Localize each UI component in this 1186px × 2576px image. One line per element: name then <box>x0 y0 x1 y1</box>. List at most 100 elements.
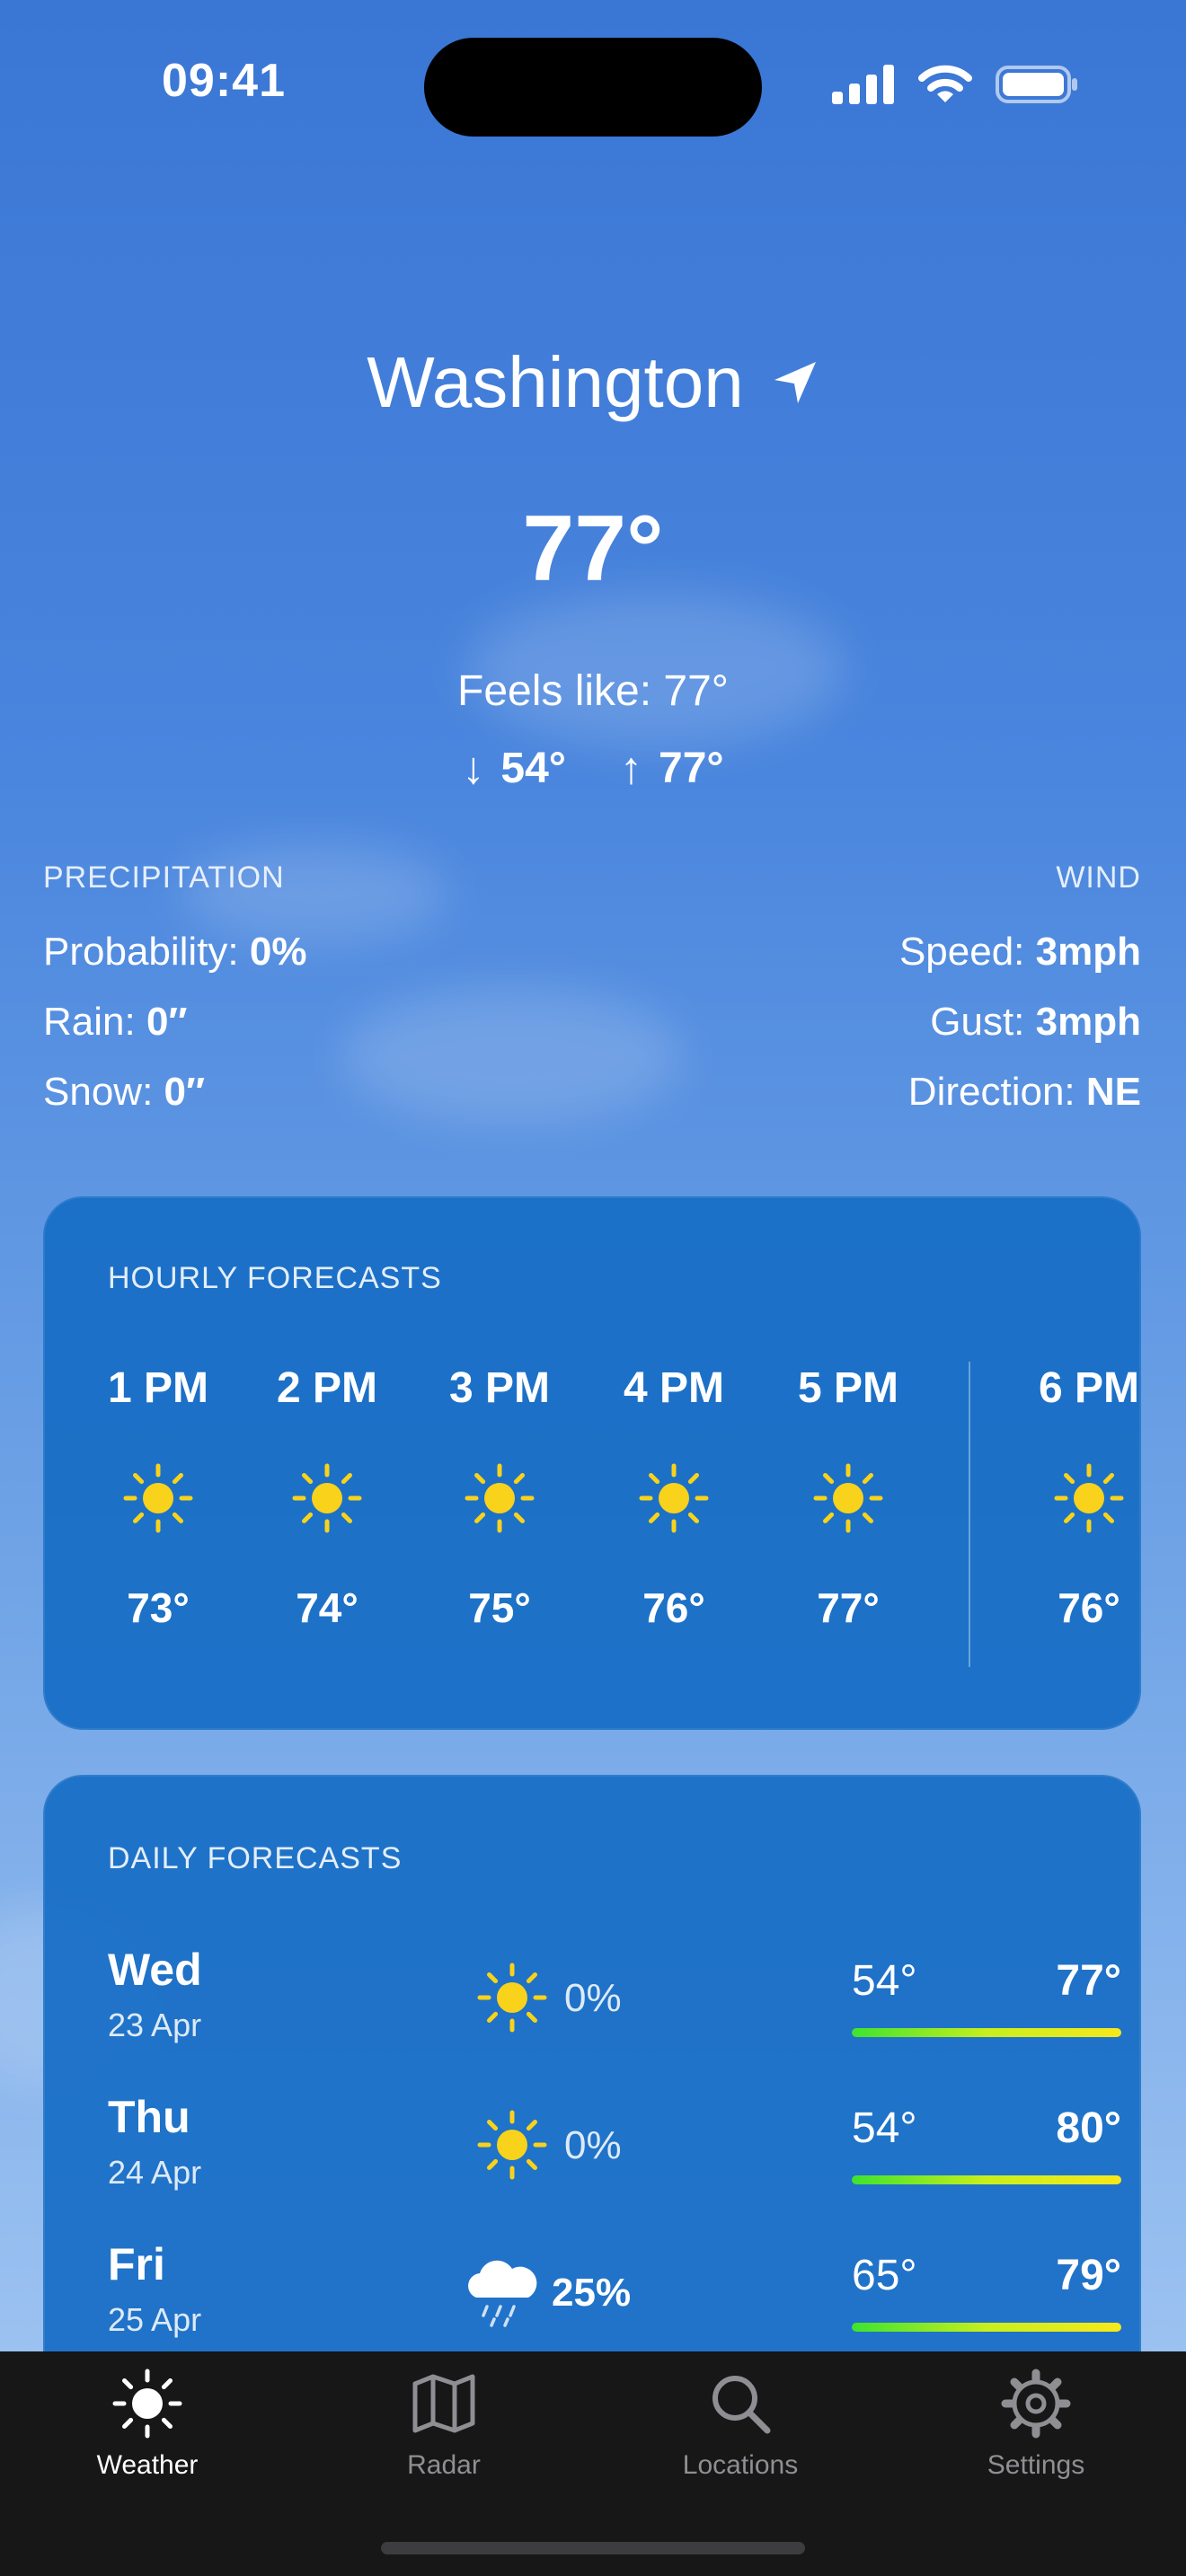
hour-temp: 77° <box>817 1584 880 1631</box>
tab-label: Settings <box>987 2450 1085 2480</box>
hour-item[interactable]: 6 PM 76° <box>1008 1363 1141 1632</box>
sun-icon <box>813 1463 883 1533</box>
row-value: NE <box>1085 1070 1141 1114</box>
wind-section: WIND Speed: 3mph Gust: 3mph Direction: N… <box>899 860 1141 1140</box>
sky-cloud <box>341 988 683 1123</box>
wind-speed: Speed: 3mph <box>899 930 1141 975</box>
row-value: 3mph <box>1035 1000 1141 1044</box>
temperature-range-bar <box>852 2028 1121 2037</box>
tab-radar[interactable]: Radar <box>336 2368 552 2481</box>
day-low: 65° <box>852 2252 917 2299</box>
hour-item[interactable]: 3 PM 75° <box>419 1363 580 1632</box>
hour-time: 1 PM <box>107 1364 209 1412</box>
precip-chance: 25% <box>552 2271 632 2315</box>
row-label: Rain: <box>43 1000 146 1044</box>
row-value: 0″ <box>146 1000 188 1044</box>
row-value: 0″ <box>164 1070 206 1114</box>
city-name: Washington <box>367 342 744 422</box>
day-divider <box>969 1362 970 1667</box>
min-max-temperature: ↓ 54° ↑ 77° <box>0 742 1186 794</box>
weather-screen: 09:41 Washington 77° Feels like: 77° ↓ 5… <box>0 0 1186 2576</box>
low-temperature: 54° <box>500 744 566 792</box>
row-value: 0% <box>249 930 307 974</box>
tab-weather[interactable]: Weather <box>40 2368 255 2481</box>
home-indicator[interactable] <box>381 2542 805 2554</box>
day-date: 24 Apr <box>108 2154 202 2191</box>
arrow-up-icon: ↑ <box>620 743 642 793</box>
precipitation-heading: PRECIPITATION <box>43 860 285 895</box>
tab-settings[interactable]: Settings <box>928 2368 1144 2481</box>
hour-item[interactable]: 4 PM 76° <box>593 1363 755 1632</box>
dynamic-island <box>424 38 762 137</box>
cloud-rain-icon <box>468 2260 537 2327</box>
day-high: 79° <box>1056 2252 1121 2299</box>
hour-temp: 74° <box>296 1584 358 1631</box>
row-label: Speed: <box>898 930 1036 974</box>
tab-label: Locations <box>682 2450 799 2480</box>
precipitation-probability: Probability: 0% <box>43 930 306 975</box>
day-date: 23 Apr <box>108 2007 202 2043</box>
arrow-down-icon: ↓ <box>462 743 485 793</box>
hour-time: 6 PM <box>1038 1364 1140 1412</box>
hourly-forecast-card[interactable]: HOURLY FORECASTS 1 PM 73° 2 PM 74° 3 PM … <box>43 1196 1141 1730</box>
day-row[interactable]: Wed 23 Apr 0% 54° 77° <box>108 1944 1121 2078</box>
wind-gust: Gust: 3mph <box>899 1000 1141 1045</box>
day-name: Wed <box>108 1945 202 1995</box>
map-icon <box>412 2374 475 2433</box>
sun-icon <box>112 2369 182 2439</box>
precipitation-rain: Rain: 0″ <box>43 1000 306 1045</box>
temperature-range-bar <box>852 2175 1121 2184</box>
hour-temp: 76° <box>1058 1584 1120 1631</box>
daily-title: DAILY FORECASTS <box>108 1841 403 1875</box>
day-name: Fri <box>108 2239 165 2289</box>
feels-like: Feels like: 77° <box>457 667 729 715</box>
wind-direction: Direction: NE <box>899 1070 1141 1115</box>
status-time: 09:41 <box>162 55 286 107</box>
hour-time: 5 PM <box>797 1364 899 1412</box>
day-high: 77° <box>1056 1957 1121 2005</box>
system-icons <box>832 65 1078 104</box>
hour-temp: 73° <box>127 1584 190 1631</box>
hour-time: 2 PM <box>276 1364 378 1412</box>
battery-icon <box>996 66 1077 103</box>
tab-label: Radar <box>407 2450 481 2480</box>
hour-item[interactable]: 5 PM 77° <box>767 1363 929 1632</box>
temperature-range-bar <box>852 2323 1121 2332</box>
current-temperature: 77° <box>522 497 664 601</box>
status-bar: 09:41 <box>0 0 1186 171</box>
hour-temp: 76° <box>642 1584 705 1631</box>
location-header[interactable]: Washington <box>0 341 1186 424</box>
sun-icon <box>477 2110 547 2180</box>
high-temperature: 77° <box>659 744 724 792</box>
gear-icon <box>1001 2369 1071 2439</box>
precipitation-section: PRECIPITATION Probability: 0% Rain: 0″ S… <box>43 860 306 1140</box>
hour-time: 4 PM <box>623 1364 725 1412</box>
search-icon <box>712 2376 771 2434</box>
row-value: 3mph <box>1035 930 1141 974</box>
day-row[interactable]: Thu 24 Apr 0% 54° 80° <box>108 2091 1121 2226</box>
day-low: 54° <box>852 2104 917 2152</box>
sun-icon <box>292 1463 362 1533</box>
day-low: 54° <box>852 1957 917 2005</box>
tab-label: Weather <box>96 2450 199 2480</box>
hour-temp: 75° <box>468 1584 531 1631</box>
day-date: 25 Apr <box>108 2301 202 2338</box>
precip-chance: 0% <box>564 1976 622 2020</box>
wind-heading: WIND <box>1056 860 1141 895</box>
sun-icon <box>477 1963 547 2033</box>
tab-locations[interactable]: Locations <box>633 2368 848 2481</box>
row-label: Snow: <box>43 1070 164 1114</box>
row-label: Gust: <box>930 1000 1036 1044</box>
sun-icon <box>465 1463 535 1533</box>
hour-time: 3 PM <box>448 1364 551 1412</box>
precip-chance: 0% <box>564 2123 622 2167</box>
hour-item[interactable]: 2 PM 74° <box>246 1363 408 1632</box>
sun-icon <box>1054 1463 1124 1533</box>
sun-icon <box>639 1463 709 1533</box>
precipitation-snow: Snow: 0″ <box>43 1070 306 1115</box>
wifi-icon <box>918 65 972 102</box>
hour-item[interactable]: 1 PM 73° <box>77 1363 239 1632</box>
location-arrow-icon <box>774 362 816 403</box>
cellular-signal-icon <box>832 65 894 104</box>
day-name: Thu <box>108 2092 190 2142</box>
